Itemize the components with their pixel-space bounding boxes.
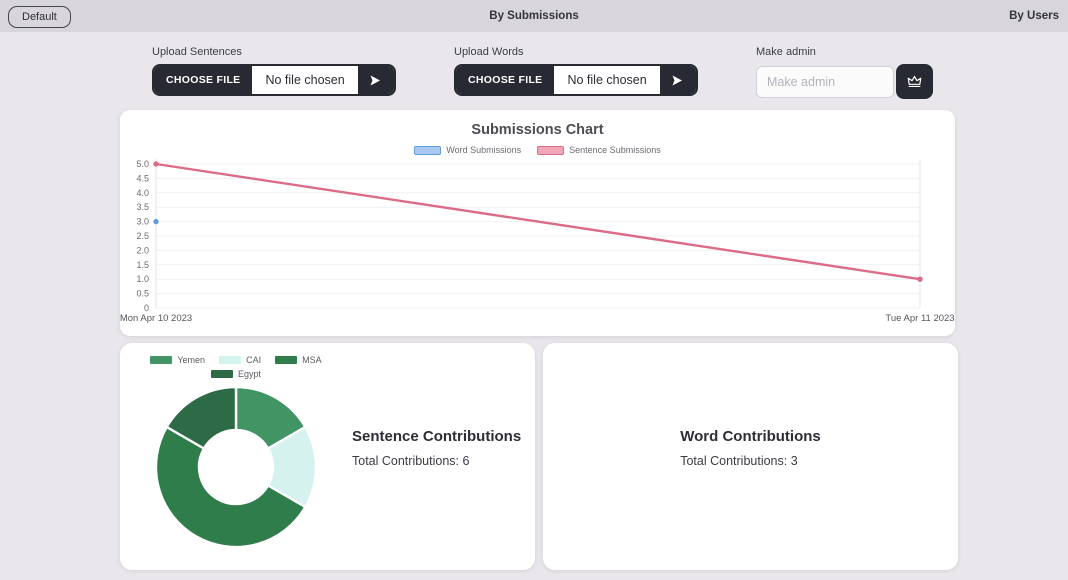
make-admin-button[interactable]	[896, 64, 933, 99]
topbar-title: By Submissions	[0, 10, 1068, 22]
word-card-text: Word Contributions Total Contributions: …	[680, 428, 821, 468]
upload-words-file-status: No file chosen	[554, 66, 659, 94]
donut-chart	[153, 384, 319, 550]
legend-label: Word Submissions	[446, 145, 521, 155]
svg-text:2.5: 2.5	[136, 231, 149, 241]
donut-legend-item: Egypt	[211, 369, 261, 379]
donut-legend-swatch	[150, 356, 172, 364]
svg-text:Tue Apr 11 2023: Tue Apr 11 2023	[885, 313, 954, 324]
svg-text:5.0: 5.0	[136, 159, 149, 169]
upload-sentences-group: Upload Sentences CHOOSE FILE No file cho…	[152, 46, 396, 96]
svg-text:1.5: 1.5	[136, 260, 149, 270]
arrow-right-icon	[671, 74, 684, 87]
donut-column: Yemen CAI MSA Egypt	[120, 343, 352, 570]
topbar: Default By Submissions By Users	[0, 0, 1068, 32]
sentence-contributions-card: YemenCAIMSAEgypt Sentence Contributions …	[120, 343, 535, 570]
svg-text:Mon Apr 10 2023: Mon Apr 10 2023	[120, 313, 192, 324]
legend-item: Sentence Submissions	[537, 145, 661, 155]
donut-legend-label: Egypt	[238, 369, 261, 379]
upload-sentences-file-control: CHOOSE FILE No file chosen	[152, 64, 396, 96]
donut-legend-label: Yemen	[177, 355, 205, 365]
line-chart-legend: Word Submissions Sentence Submissions	[120, 145, 955, 155]
word-card-total: Total Contributions: 3	[680, 454, 821, 468]
svg-text:1.0: 1.0	[136, 274, 149, 284]
make-admin-label: Make admin	[756, 46, 933, 58]
upload-words-choose-file-button[interactable]: CHOOSE FILE	[456, 66, 554, 94]
upload-words-label: Upload Words	[454, 46, 698, 58]
donut-legend: Yemen CAI MSA Egypt	[136, 355, 336, 379]
svg-text:3.0: 3.0	[136, 217, 149, 227]
upload-words-file-control: CHOOSE FILE No file chosen	[454, 64, 698, 96]
upload-words-group: Upload Words CHOOSE FILE No file chosen	[454, 46, 698, 96]
make-admin-group: Make admin	[756, 46, 933, 99]
upload-sentences-label: Upload Sentences	[152, 46, 396, 58]
arrow-right-icon	[369, 74, 382, 87]
legend-label: Sentence Submissions	[569, 145, 661, 155]
donut-legend-item: CAI	[219, 355, 261, 365]
line-chart: 5.0 4.5 4.0 3.5 3.0 2.5 2.0 1.5 1.0 0.5 0Mon Apr 1…	[120, 156, 955, 328]
word-contributions-card: Word Contributions Total Contributions: …	[543, 343, 958, 570]
dashboard-screen: Default By Submissions By Users Upload S…	[0, 0, 1068, 580]
svg-text:4.0: 4.0	[136, 188, 149, 198]
svg-text:0.5: 0.5	[136, 289, 149, 299]
legend-swatch	[414, 146, 441, 155]
upload-sentences-submit-button[interactable]	[358, 66, 394, 94]
donut-legend-label: CAI	[246, 355, 261, 365]
make-admin-input[interactable]	[756, 66, 894, 98]
sentence-card-text: Sentence Contributions Total Contributio…	[352, 325, 535, 570]
submissions-chart-card: Submissions Chart Word Submissions Senten…	[120, 110, 955, 336]
donut-legend-swatch	[219, 356, 241, 364]
crown-icon	[906, 73, 923, 90]
sentence-card-title: Sentence Contributions	[352, 428, 535, 445]
legend-swatch	[537, 146, 564, 155]
word-card-title: Word Contributions	[680, 428, 821, 445]
upload-sentences-choose-file-button[interactable]: CHOOSE FILE	[154, 66, 252, 94]
donut-legend-swatch	[211, 370, 233, 378]
svg-text:0: 0	[144, 303, 149, 313]
donut-legend-label: MSA	[302, 355, 322, 365]
svg-text:2.0: 2.0	[136, 245, 149, 255]
by-users-link[interactable]: By Users	[1009, 10, 1059, 22]
legend-item: Word Submissions	[414, 145, 521, 155]
donut-legend-item: Yemen	[150, 355, 205, 365]
make-admin-control	[756, 64, 933, 99]
svg-text:4.5: 4.5	[136, 173, 149, 183]
chart-title: Submissions Chart	[120, 122, 955, 138]
svg-text:3.5: 3.5	[136, 202, 149, 212]
upload-sentences-file-status: No file chosen	[252, 66, 357, 94]
upload-words-submit-button[interactable]	[660, 66, 696, 94]
donut-legend-swatch	[275, 356, 297, 364]
sentence-card-total: Total Contributions: 6	[352, 454, 535, 468]
donut-legend-item: MSA	[275, 355, 322, 365]
